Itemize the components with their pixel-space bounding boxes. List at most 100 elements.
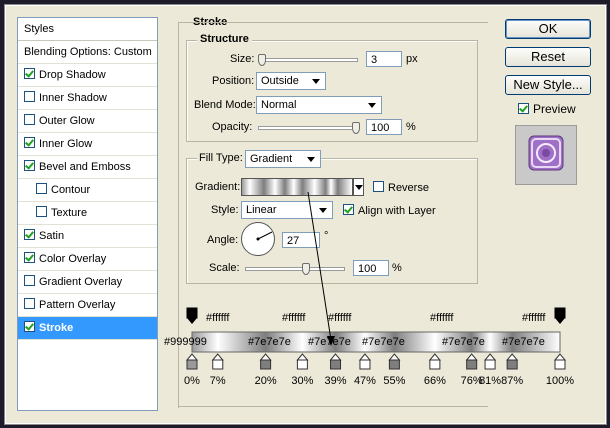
fill-type-label: Fill Type: [197, 152, 245, 164]
bottom-color-label: #7e7e7e [362, 336, 405, 348]
style-item-label: Stroke [39, 322, 74, 334]
stop-percent-label: 66% [423, 375, 446, 387]
color-stop-marker[interactable] [329, 353, 342, 370]
color-stop-marker[interactable] [185, 353, 199, 370]
opacity-slider[interactable] [258, 126, 358, 130]
style-item-contour[interactable]: Contour [18, 179, 157, 202]
style-item-bevel-and-emboss[interactable]: Bevel and Emboss [18, 156, 157, 179]
preview-checkbox-wrap[interactable]: Preview [518, 102, 576, 116]
stop-percent-label: 7% [209, 375, 226, 387]
angle-label: Angle: [207, 234, 239, 246]
size-unit: px [406, 53, 418, 65]
style-item-color-overlay[interactable]: Color Overlay [18, 248, 157, 271]
blending-options-item[interactable]: Blending Options: Custom [18, 41, 157, 64]
color-stop-marker[interactable] [211, 353, 224, 370]
scale-input[interactable]: 100 [353, 260, 389, 276]
scale-label: Scale: [209, 262, 240, 274]
style-item-checkbox[interactable] [24, 68, 35, 79]
preview-checkbox[interactable] [518, 103, 529, 114]
style-item-label: Inner Shadow [39, 92, 107, 104]
position-value: Outside [261, 75, 299, 87]
angle-dial[interactable] [241, 222, 275, 256]
new-style-button[interactable]: New Style... [505, 75, 591, 95]
style-item-gradient-overlay[interactable]: Gradient Overlay [18, 271, 157, 294]
stop-percent-label: 55% [383, 375, 406, 387]
style-item-stroke[interactable]: Stroke [18, 317, 157, 340]
size-slider[interactable] [258, 58, 358, 62]
color-stop-marker[interactable] [553, 353, 567, 370]
style-item-drop-shadow[interactable]: Drop Shadow [18, 64, 157, 87]
style-item-label: Color Overlay [39, 253, 107, 265]
reverse-checkbox-wrap[interactable]: Reverse [373, 181, 429, 194]
ok-button[interactable]: OK [505, 19, 591, 39]
color-stop-marker[interactable] [296, 353, 309, 370]
style-item-inner-shadow[interactable]: Inner Shadow [18, 87, 157, 110]
scale-unit: % [392, 262, 402, 274]
align-checkbox-wrap[interactable]: Align with Layer [343, 204, 436, 217]
opacity-stop-marker[interactable] [186, 307, 198, 324]
bottom-color-label: #7e7e7e [502, 336, 545, 348]
color-stop-marker[interactable] [465, 353, 478, 370]
color-stop-marker[interactable] [428, 353, 441, 370]
chevron-down-icon [312, 79, 320, 84]
style-item-satin[interactable]: Satin [18, 225, 157, 248]
chevron-down-icon [355, 185, 363, 190]
color-stop-marker[interactable] [484, 353, 497, 370]
style-item-outer-glow[interactable]: Outer Glow [18, 110, 157, 133]
style-item-label: Satin [39, 230, 65, 242]
opacity-stop-marker[interactable] [554, 307, 566, 324]
style-item-checkbox[interactable] [24, 321, 35, 332]
style-item-checkbox[interactable] [36, 183, 47, 194]
style-item-checkbox[interactable] [24, 137, 35, 148]
opacity-unit: % [406, 121, 416, 133]
style-item-pattern-overlay[interactable]: Pattern Overlay [18, 294, 157, 317]
stop-percent-label: 100% [545, 375, 575, 387]
style-item-texture[interactable]: Texture [18, 202, 157, 225]
size-input[interactable]: 3 [366, 51, 402, 67]
blend-mode-select[interactable]: Normal [256, 96, 382, 114]
align-label: Align with Layer [358, 205, 436, 217]
position-select[interactable]: Outside [256, 72, 326, 90]
color-stop-marker[interactable] [358, 353, 372, 370]
gradient-annotation-svg [185, 307, 567, 370]
blend-mode-value: Normal [261, 99, 297, 111]
opacity-input[interactable]: 100 [366, 119, 402, 135]
bottom-color-label: #999999 [164, 336, 207, 348]
styles-header: Styles [18, 18, 157, 41]
style-item-label: Bevel and Emboss [39, 161, 131, 173]
style-item-checkbox[interactable] [24, 91, 35, 102]
color-stop-marker[interactable] [259, 353, 272, 370]
opacity-slider-thumb[interactable] [352, 122, 360, 134]
pointer-arrow [307, 191, 335, 346]
top-color-label: #ffffff [206, 312, 230, 324]
color-stop-marker[interactable] [388, 353, 401, 370]
style-item-label: Contour [51, 184, 91, 196]
style-item-checkbox[interactable] [24, 252, 35, 263]
top-color-label: #ffffff [430, 312, 454, 324]
opacity-label: Opacity: [212, 121, 253, 133]
stop-percent-label: 87% [501, 375, 524, 387]
gradient-annotation: #ffffff #ffffff #ffffff #ffffff #ffffff #999… [164, 300, 578, 408]
fill-type-select[interactable]: Gradient [245, 150, 321, 168]
stop-percent-label: 20% [254, 375, 277, 387]
reverse-label: Reverse [388, 182, 429, 194]
align-with-layer-checkbox[interactable] [343, 204, 354, 215]
style-item-checkbox[interactable] [24, 229, 35, 240]
style-item-checkbox[interactable] [24, 160, 35, 171]
bottom-color-label: #7e7e7e [248, 336, 291, 348]
size-slider-thumb[interactable] [258, 54, 266, 66]
style-item-inner-glow[interactable]: Inner Glow [18, 133, 157, 156]
style-item-checkbox[interactable] [24, 298, 35, 309]
reverse-checkbox[interactable] [373, 181, 384, 192]
style-value: Linear [246, 204, 277, 216]
gradient-dropdown[interactable] [353, 178, 364, 196]
top-color-label: #ffffff [522, 312, 546, 324]
bottom-color-label: #7e7e7e [442, 336, 485, 348]
style-item-checkbox[interactable] [24, 114, 35, 125]
stop-percent-label: 39% [324, 375, 347, 387]
color-stop-marker[interactable] [506, 353, 519, 370]
reset-button[interactable]: Reset [505, 47, 591, 67]
style-item-checkbox[interactable] [36, 206, 47, 217]
style-item-checkbox[interactable] [24, 275, 35, 286]
style-label: Style: [211, 204, 239, 216]
